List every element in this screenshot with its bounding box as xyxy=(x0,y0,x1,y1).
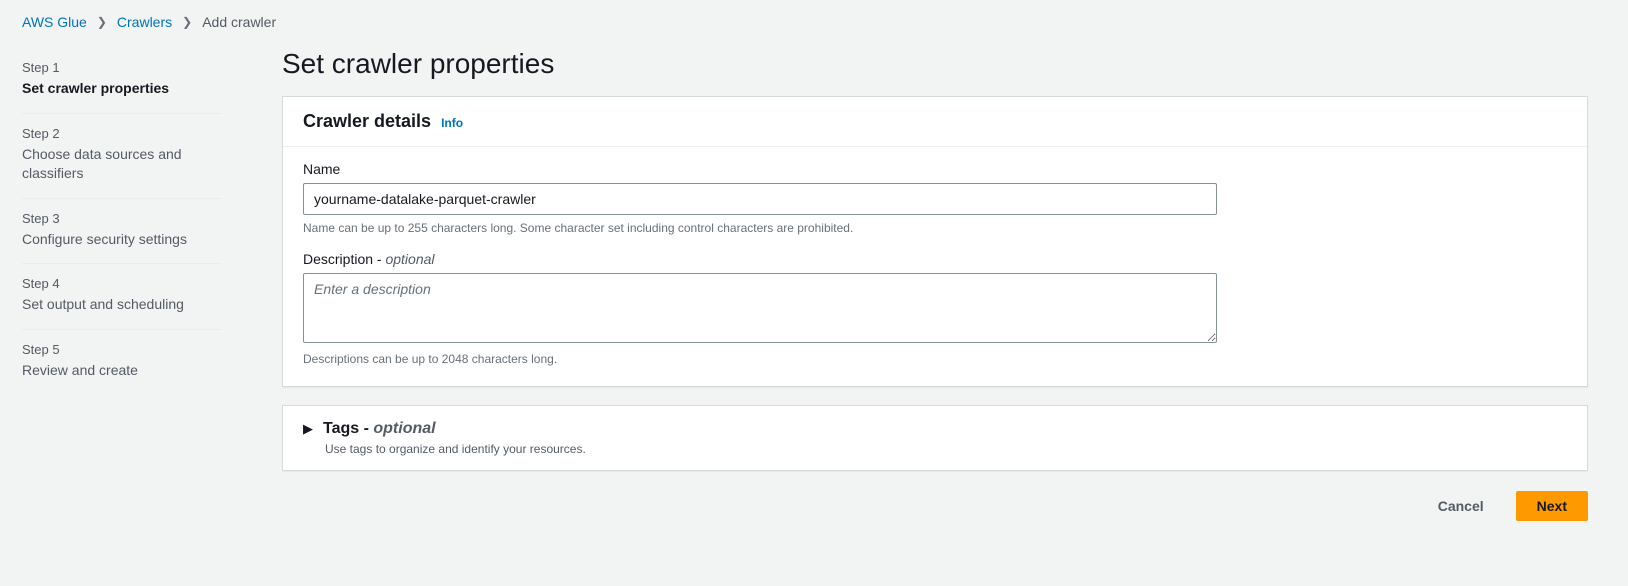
step-number: Step 2 xyxy=(22,126,222,141)
crawler-details-panel: Crawler details Info Name Name can be up… xyxy=(282,96,1588,387)
next-button[interactable]: Next xyxy=(1516,491,1588,521)
tags-title: Tags - optional xyxy=(323,420,436,438)
chevron-right-icon: ❯ xyxy=(182,15,192,29)
step-5[interactable]: Step 5 Review and create xyxy=(22,330,222,395)
step-title: Set crawler properties xyxy=(22,79,222,99)
step-2[interactable]: Step 2 Choose data sources and classifie… xyxy=(22,114,222,199)
panel-header: Crawler details Info xyxy=(283,97,1587,147)
step-title: Configure security settings xyxy=(22,230,222,250)
tags-panel: ▶ Tags - optional Use tags to organize a… xyxy=(282,405,1588,471)
main-content: Set crawler properties Crawler details I… xyxy=(282,48,1588,523)
panel-title: Crawler details xyxy=(303,111,431,132)
tags-toggle[interactable]: ▶ Tags - optional xyxy=(303,420,1567,438)
description-label: Description - optional xyxy=(303,251,1567,267)
tags-description: Use tags to organize and identify your r… xyxy=(325,442,1567,456)
wizard-steps: Step 1 Set crawler properties Step 2 Cho… xyxy=(22,48,222,395)
step-3[interactable]: Step 3 Configure security settings xyxy=(22,199,222,265)
name-label: Name xyxy=(303,161,1567,177)
name-input[interactable] xyxy=(303,183,1217,215)
name-field: Name Name can be up to 255 characters lo… xyxy=(303,161,1567,235)
chevron-right-icon: ❯ xyxy=(97,15,107,29)
step-number: Step 1 xyxy=(22,60,222,75)
description-field: Description - optional Descriptions can … xyxy=(303,251,1567,366)
triangle-right-icon: ▶ xyxy=(303,421,313,437)
info-link[interactable]: Info xyxy=(441,116,463,130)
name-hint: Name can be up to 255 characters long. S… xyxy=(303,221,1567,235)
step-title: Choose data sources and classifiers xyxy=(22,145,222,184)
breadcrumb-current: Add crawler xyxy=(202,14,276,30)
step-title: Set output and scheduling xyxy=(22,295,222,315)
step-4[interactable]: Step 4 Set output and scheduling xyxy=(22,264,222,330)
step-number: Step 4 xyxy=(22,276,222,291)
description-input[interactable] xyxy=(303,273,1217,343)
step-1[interactable]: Step 1 Set crawler properties xyxy=(22,48,222,114)
description-hint: Descriptions can be up to 2048 character… xyxy=(303,352,1567,366)
breadcrumb: AWS Glue ❯ Crawlers ❯ Add crawler xyxy=(22,14,1588,48)
step-number: Step 3 xyxy=(22,211,222,226)
step-number: Step 5 xyxy=(22,342,222,357)
cancel-button[interactable]: Cancel xyxy=(1418,491,1504,521)
step-title: Review and create xyxy=(22,361,222,381)
breadcrumb-crawlers[interactable]: Crawlers xyxy=(117,14,172,30)
wizard-actions: Cancel Next xyxy=(282,489,1588,523)
page-title: Set crawler properties xyxy=(282,48,1588,80)
breadcrumb-aws-glue[interactable]: AWS Glue xyxy=(22,14,87,30)
